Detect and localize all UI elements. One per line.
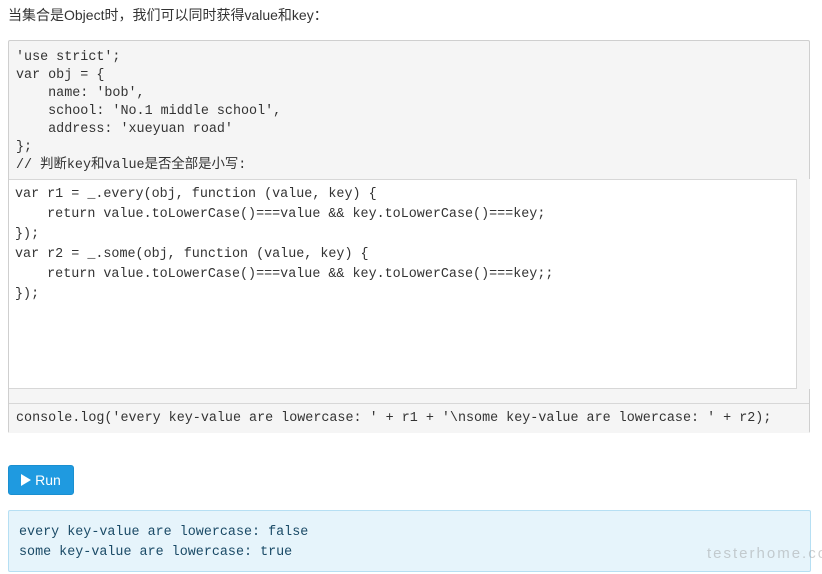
console-line: console.log('every key-value are lowerca… <box>9 403 809 433</box>
output-box: every key-value are lowercase: false som… <box>8 510 811 572</box>
code-box: 'use strict'; var obj = { name: 'bob', s… <box>8 40 810 433</box>
code-editor[interactable]: var r1 = _.every(obj, function (value, k… <box>9 179 797 389</box>
page: 当集合是Object时，我们可以同时获得value和key： 'use stri… <box>0 0 822 574</box>
watermark: testerhome.com <box>707 545 822 562</box>
run-button-label: Run <box>35 472 61 488</box>
console-line-code: console.log('every key-value are lowerca… <box>16 411 772 426</box>
output-text: every key-value are lowercase: false som… <box>19 525 309 560</box>
code-preamble: 'use strict'; var obj = { name: 'bob', s… <box>16 50 282 173</box>
intro-text: 当集合是Object时，我们可以同时获得value和key： <box>8 7 328 23</box>
code-editor-input[interactable]: var r1 = _.every(obj, function (value, k… <box>15 185 793 383</box>
editor-scrollbar[interactable] <box>797 179 810 389</box>
run-button[interactable]: Run <box>8 465 74 495</box>
play-icon <box>21 474 32 486</box>
